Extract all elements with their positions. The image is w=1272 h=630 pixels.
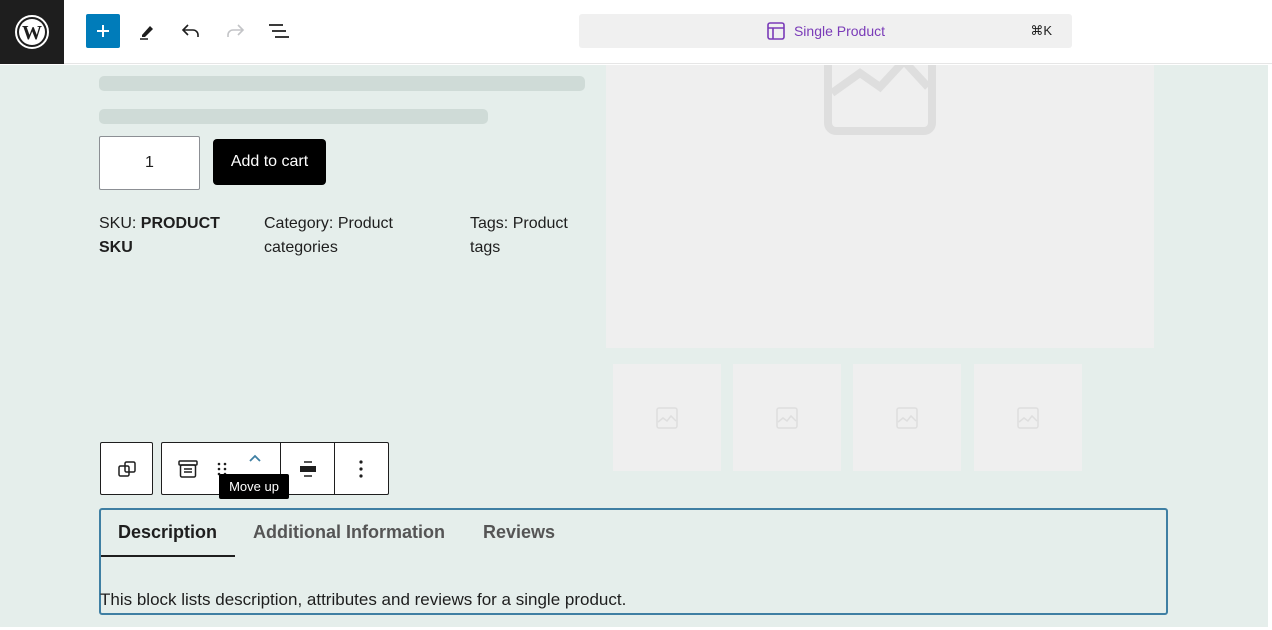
svg-text:W: W: [22, 22, 42, 44]
chevron-up-icon: [249, 454, 261, 462]
list-view-icon: [269, 24, 289, 38]
tags-label: Tags:: [470, 215, 513, 232]
product-main-image[interactable]: [606, 65, 1154, 348]
product-thumbnail[interactable]: [853, 364, 961, 471]
tab-description[interactable]: Description: [118, 522, 217, 543]
keyboard-shortcut: ⌘K: [1030, 23, 1052, 38]
product-category: Category: Product categories: [264, 212, 414, 260]
category-label: Category:: [264, 215, 338, 232]
active-tab-indicator: [101, 555, 235, 557]
plus-icon: [97, 25, 109, 37]
product-price-placeholder: [99, 109, 488, 124]
product-thumbnail[interactable]: [733, 364, 841, 471]
add-to-cart-button[interactable]: Add to cart: [213, 139, 326, 185]
image-placeholder-icon: [896, 406, 918, 429]
canvas-gutter: [1268, 65, 1272, 630]
template-title: Single Product: [793, 23, 886, 39]
align-center-icon: [299, 460, 316, 477]
archive-icon: [178, 459, 198, 478]
undo-button[interactable]: [174, 14, 208, 48]
pencil-icon: [140, 26, 153, 40]
duplicate-icon: [117, 460, 136, 477]
wordpress-icon: W: [15, 15, 49, 49]
image-placeholder-icon: [824, 65, 936, 135]
image-placeholder-icon: [1017, 406, 1039, 429]
product-thumbnail[interactable]: [613, 364, 721, 471]
layout-icon: [767, 22, 785, 40]
move-up-tooltip: Move up: [219, 474, 289, 499]
product-sku: SKU: PRODUCT SKU: [99, 212, 239, 260]
document-overview-button[interactable]: [262, 14, 296, 48]
tab-additional-information[interactable]: Additional Information: [253, 522, 445, 543]
product-title-placeholder: [99, 76, 585, 91]
image-placeholder-icon: [776, 406, 798, 429]
more-vertical-icon: [358, 459, 363, 478]
redo-button[interactable]: [218, 14, 252, 48]
quantity-input[interactable]: 1: [99, 136, 200, 190]
product-details-block[interactable]: Description Additional Information Revie…: [99, 508, 1168, 615]
command-palette-button[interactable]: Single Product ⌘K: [579, 14, 1072, 48]
sku-label: SKU:: [99, 215, 141, 232]
select-parent-button[interactable]: [101, 443, 152, 494]
add-block-button[interactable]: [86, 14, 120, 48]
options-button[interactable]: [334, 443, 386, 494]
wordpress-logo-button[interactable]: W: [0, 0, 64, 64]
image-placeholder-icon: [656, 406, 678, 429]
product-thumbnail[interactable]: [974, 364, 1082, 471]
block-type-button[interactable]: [162, 443, 214, 494]
tab-panel-content: This block lists description, attributes…: [100, 590, 627, 609]
product-tags: Tags: Product tags: [470, 212, 580, 260]
editor-top-bar: W Single Product ⌘K: [0, 0, 1272, 64]
tools-button[interactable]: [130, 14, 164, 48]
undo-icon: [181, 24, 199, 37]
redo-icon: [227, 24, 245, 37]
block-toolbar-parent: [100, 442, 153, 495]
tab-reviews[interactable]: Reviews: [483, 522, 555, 543]
